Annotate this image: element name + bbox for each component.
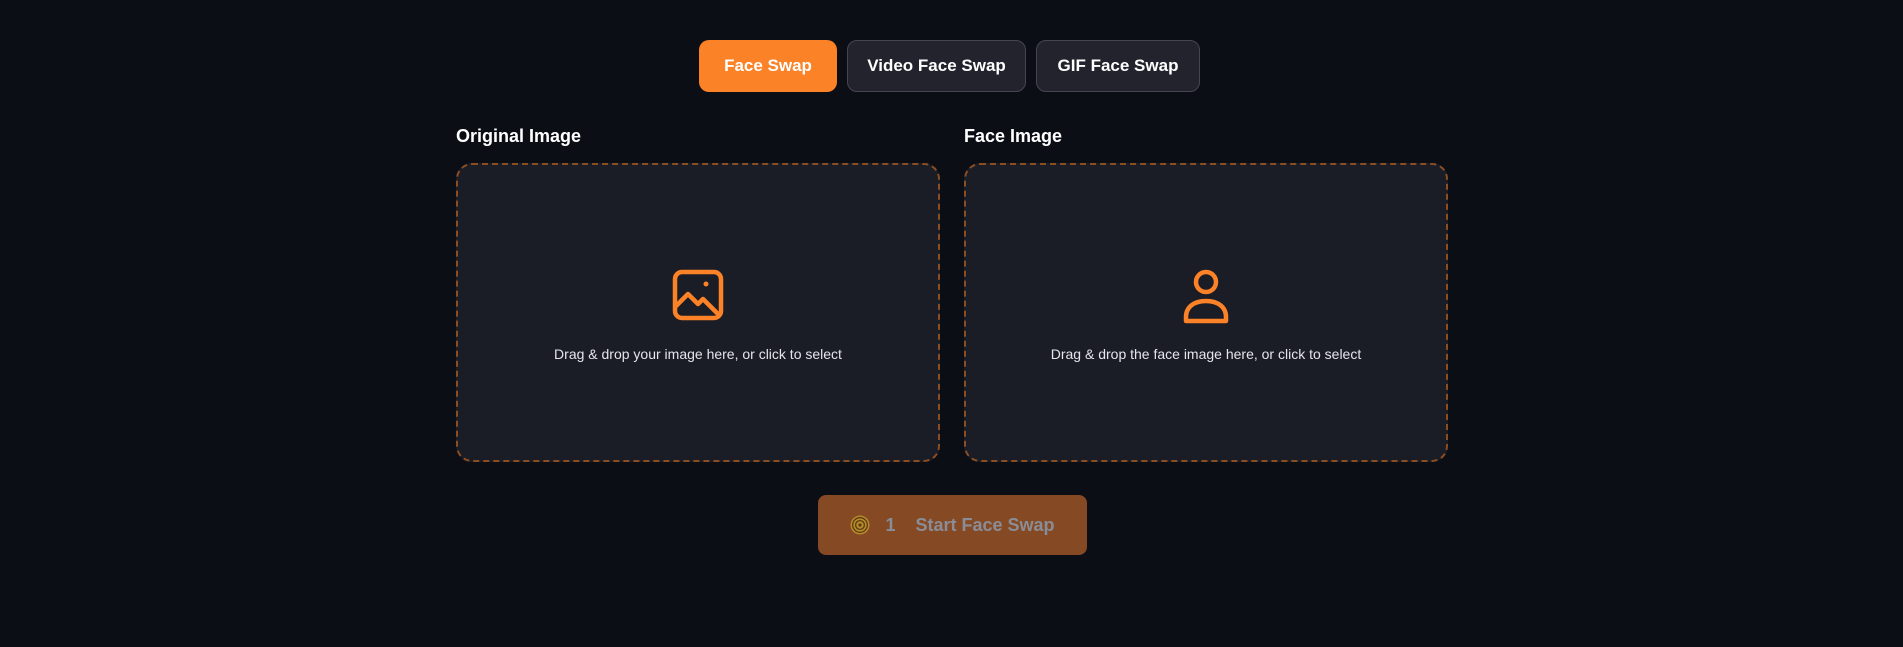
coin-icon [850,515,870,535]
tab-video-face-swap[interactable]: Video Face Swap [847,40,1026,92]
start-face-swap-button[interactable]: 1 Start Face Swap [818,495,1087,555]
face-image-dropzone[interactable]: Drag & drop the face image here, or clic… [964,163,1448,462]
face-image-prompt: Drag & drop the face image here, or clic… [1050,346,1362,362]
tab-face-swap[interactable]: Face Swap [699,40,837,92]
image-icon [458,269,938,321]
user-icon [966,269,1446,325]
face-image-label: Face Image [964,126,1063,146]
original-image-dropzone[interactable]: Drag & drop your image here, or click to… [456,163,940,462]
tab-gif-face-swap[interactable]: GIF Face Swap [1036,40,1200,92]
mode-tabs: Face Swap Video Face Swap GIF Face Swap [0,40,1903,92]
credit-cost: 1 [885,514,896,535]
start-face-swap-label: Start Face Swap [915,514,1055,535]
original-image-label: Original Image [456,126,582,146]
original-image-prompt: Drag & drop your image here, or click to… [554,346,842,362]
